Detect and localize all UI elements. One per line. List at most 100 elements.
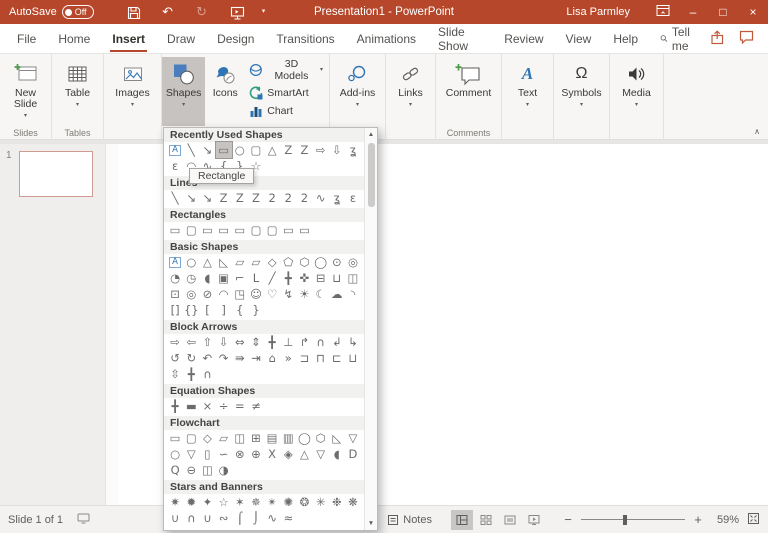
shape-cell[interactable]: ⬡ bbox=[296, 254, 312, 270]
shape-cell[interactable]: ∩ bbox=[183, 510, 199, 526]
shape-cell[interactable]: ⬠ bbox=[280, 254, 296, 270]
addins-button[interactable]: Add-ins ▾ bbox=[337, 57, 379, 126]
shape-cell[interactable]: ∿ bbox=[264, 510, 280, 526]
ribbon-display-options-button[interactable] bbox=[648, 0, 678, 24]
autosave-toggle[interactable]: AutoSave Off bbox=[0, 5, 94, 19]
shape-isosceles-triangle[interactable]: △ bbox=[264, 142, 280, 158]
shape-line-arrow[interactable]: ↘ bbox=[199, 142, 215, 158]
images-button[interactable]: Images ▾ bbox=[112, 57, 152, 126]
chart-button[interactable]: Chart bbox=[249, 104, 323, 118]
tab-tell-me[interactable]: Tell me bbox=[649, 24, 710, 53]
3d-models-button[interactable]: 3D Models ▾ bbox=[249, 58, 323, 82]
shape-cell[interactable]: ▱ bbox=[216, 430, 232, 446]
undo-button[interactable]: ↶ bbox=[156, 1, 180, 23]
shape-cell[interactable]: △ bbox=[199, 254, 215, 270]
shape-cell[interactable]: ⊐ bbox=[296, 350, 312, 366]
icons-button[interactable]: Icons bbox=[205, 57, 245, 126]
shape-cell[interactable]: ◺ bbox=[216, 254, 232, 270]
shape-cell[interactable]: ❋ bbox=[345, 494, 361, 510]
shape-cell[interactable]: ⌠ bbox=[232, 510, 248, 526]
shapes-button[interactable]: Shapes ▾ bbox=[162, 57, 205, 126]
shape-cell[interactable]: ♡ bbox=[264, 286, 280, 302]
shape-cell[interactable]: ∽ bbox=[216, 446, 232, 462]
shape-cell[interactable]: ◈ bbox=[280, 446, 296, 462]
tab-transitions[interactable]: Transitions bbox=[265, 24, 345, 53]
shape-cell[interactable]: ▣ bbox=[216, 270, 232, 286]
shape-cell[interactable]: ❂ bbox=[296, 494, 312, 510]
shape-cell[interactable]: ↘ bbox=[199, 190, 215, 206]
normal-view-button[interactable] bbox=[451, 510, 473, 530]
shape-cell[interactable]: ⇕ bbox=[248, 334, 264, 350]
shape-text-box[interactable]: A bbox=[167, 142, 183, 158]
shape-cell[interactable]: ◖ bbox=[329, 446, 345, 462]
shape-cell[interactable]: ⊔ bbox=[329, 270, 345, 286]
shape-cell[interactable]: ✴ bbox=[264, 494, 280, 510]
zoom-level[interactable]: 59% bbox=[713, 514, 739, 526]
shape-cell[interactable]: ∪ bbox=[167, 510, 183, 526]
shape-cell[interactable]: Z bbox=[232, 190, 248, 206]
shape-cell[interactable]: ▽ bbox=[345, 430, 361, 446]
shape-cell[interactable]: ╋ bbox=[183, 366, 199, 382]
shape-cell[interactable]: ◎ bbox=[345, 254, 361, 270]
shape-cell[interactable]: ▯ bbox=[199, 446, 215, 462]
zoom-slider[interactable] bbox=[581, 514, 685, 526]
redo-button[interactable]: ↻ bbox=[190, 1, 214, 23]
shape-cell[interactable]: ✵ bbox=[248, 494, 264, 510]
shape-cell[interactable]: ○ bbox=[167, 446, 183, 462]
shape-cell[interactable]: D bbox=[345, 446, 361, 462]
shape-cell[interactable]: ⇧ bbox=[199, 334, 215, 350]
shape-cell[interactable]: ◯ bbox=[296, 430, 312, 446]
shape-cell[interactable]: ▢ bbox=[248, 222, 264, 238]
maximize-button[interactable]: □ bbox=[708, 0, 738, 24]
shape-cell[interactable]: ▭ bbox=[167, 430, 183, 446]
shape-cell[interactable]: ▽ bbox=[313, 446, 329, 462]
shape-cell[interactable]: [] bbox=[167, 302, 183, 318]
quick-access-caret[interactable]: ▾ bbox=[252, 1, 276, 23]
shape-cell[interactable]: } bbox=[248, 302, 264, 318]
shape-cell[interactable]: ∩ bbox=[199, 366, 215, 382]
shape-block-arrow-down[interactable]: ⇩ bbox=[329, 142, 345, 158]
tab-animations[interactable]: Animations bbox=[346, 24, 427, 53]
scroll-up-icon[interactable]: ▲ bbox=[365, 128, 377, 141]
shape-cell[interactable]: {} bbox=[183, 302, 199, 318]
shape-cell[interactable]: X bbox=[264, 446, 280, 462]
share-button[interactable] bbox=[710, 30, 725, 48]
shape-cell[interactable]: ⌐ bbox=[232, 270, 248, 286]
shape-cell[interactable]: ▢ bbox=[183, 222, 199, 238]
shape-cell[interactable]: ◫ bbox=[199, 462, 215, 478]
shape-cell[interactable]: ❉ bbox=[329, 494, 345, 510]
shape-cell[interactable]: ⇳ bbox=[167, 366, 183, 382]
save-button[interactable] bbox=[122, 1, 146, 23]
shape-cell[interactable]: ▭ bbox=[232, 222, 248, 238]
shape-text-box[interactable]: A bbox=[167, 254, 183, 270]
tab-slide-show[interactable]: Slide Show bbox=[427, 24, 493, 53]
shape-cell[interactable]: ▭ bbox=[167, 222, 183, 238]
notes-button[interactable]: Notes bbox=[382, 511, 437, 529]
shape-cell[interactable]: ◇ bbox=[264, 254, 280, 270]
shape-cell[interactable]: ⇩ bbox=[216, 334, 232, 350]
symbols-button[interactable]: Ω Symbols ▾ bbox=[558, 57, 604, 126]
shape-cell[interactable]: ↱ bbox=[296, 334, 312, 350]
shape-cell[interactable]: △ bbox=[296, 446, 312, 462]
close-button[interactable]: × bbox=[738, 0, 768, 24]
shape-cell[interactable]: ⇥ bbox=[248, 350, 264, 366]
shape-rectangle[interactable]: ▭ bbox=[216, 142, 232, 158]
shape-cell[interactable]: 2 bbox=[264, 190, 280, 206]
display-settings-icon[interactable] bbox=[77, 512, 90, 527]
shape-cell[interactable]: ⊏ bbox=[329, 350, 345, 366]
new-slide-button[interactable]: New Slide ▾ bbox=[2, 57, 49, 126]
slide-thumbnail[interactable] bbox=[19, 151, 93, 197]
shape-cell[interactable]: ≈ bbox=[280, 510, 296, 526]
shape-cell[interactable]: [ bbox=[199, 302, 215, 318]
shape-cell[interactable]: Z bbox=[248, 190, 264, 206]
shape-cell[interactable]: ʓ bbox=[329, 190, 345, 206]
shape-rounded-rectangle[interactable]: ▢ bbox=[248, 142, 264, 158]
shape-cell[interactable]: ◷ bbox=[183, 270, 199, 286]
shape-cell[interactable]: ☾ bbox=[313, 286, 329, 302]
shape-cell[interactable]: ⊟ bbox=[313, 270, 329, 286]
comment-button[interactable]: Comment bbox=[443, 57, 495, 126]
tab-view[interactable]: View bbox=[555, 24, 603, 53]
shape-cell[interactable]: = bbox=[232, 398, 248, 414]
zoom-out-button[interactable]: − bbox=[561, 512, 575, 527]
shape-cell[interactable]: Q bbox=[167, 462, 183, 478]
